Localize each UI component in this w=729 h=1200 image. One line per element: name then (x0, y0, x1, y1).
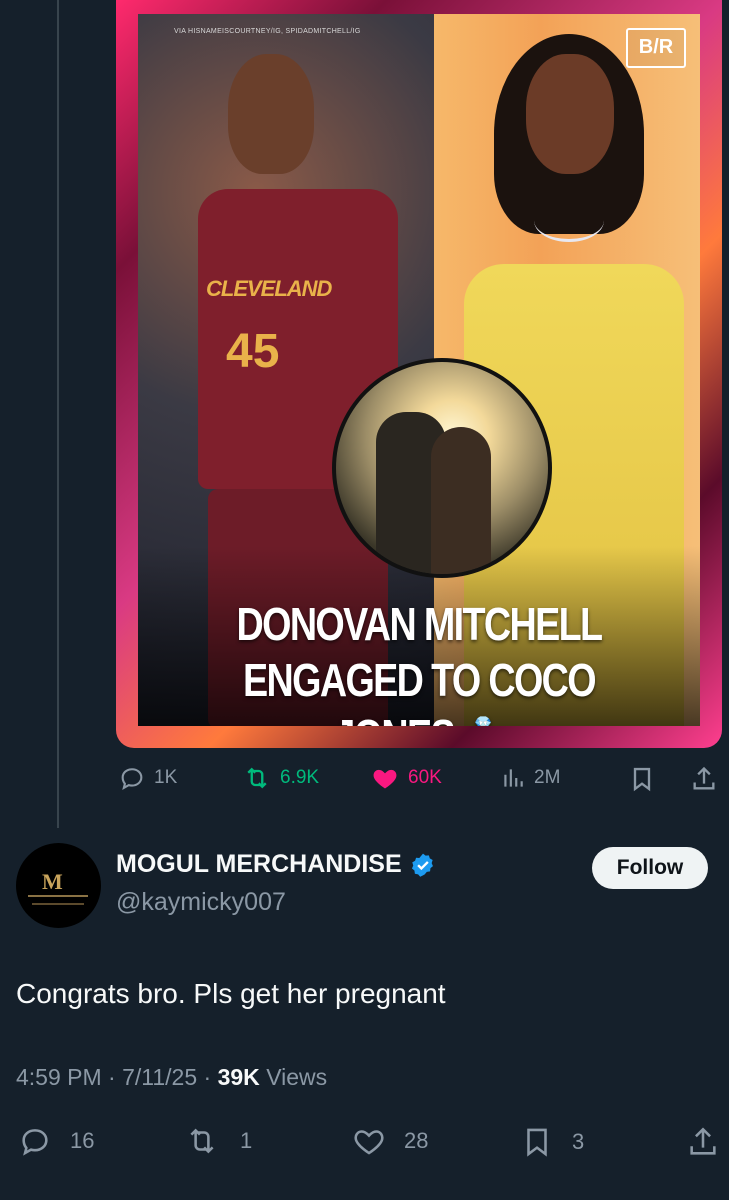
couple-inset-photo (332, 358, 552, 578)
player-head (228, 54, 314, 174)
reply-share-button[interactable] (686, 1124, 720, 1160)
bookmark-button[interactable] (628, 764, 656, 794)
reply-repost-count: 1 (240, 1128, 253, 1153)
heart-filled-icon (373, 769, 397, 789)
verified-badge-icon (411, 853, 433, 877)
reply-reply-count: 16 (70, 1128, 95, 1153)
tweet-views-count: 39K (217, 1064, 260, 1090)
share-button[interactable] (690, 764, 718, 794)
top-tweet-action-bar: 1K 6.9K 60K 2M (116, 764, 722, 798)
reply-bookmark-count: 3 (572, 1129, 585, 1154)
reply-like-count: 28 (404, 1128, 429, 1153)
views-button[interactable]: 2M (500, 764, 560, 792)
br-logo: B/R (626, 28, 686, 68)
user-handle[interactable]: @kaymicky007 (116, 888, 286, 917)
like-count: 60K (408, 767, 442, 788)
jersey-text: CLEVELAND (206, 276, 332, 301)
necklace (534, 199, 604, 242)
jersey-number: 45 (226, 325, 280, 378)
reply-like-button[interactable]: 28 (352, 1124, 428, 1158)
like-button[interactable]: 60K (370, 764, 442, 792)
avatar-logo-mark: M (42, 869, 63, 894)
share-icon (690, 1127, 716, 1155)
headline-line-2: ENGAGED TO COCO JONES 💍 (189, 652, 650, 726)
headline-line-1: DONOVAN MITCHELL (236, 598, 604, 650)
heart-icon (354, 1130, 384, 1155)
headline: DONOVAN MITCHELL ENGAGED TO COCO JONES 💍 (189, 596, 650, 726)
bookmark-icon (633, 767, 651, 792)
repost-count: 6.9K (280, 767, 320, 788)
reply-bookmark-button[interactable]: 3 (520, 1124, 584, 1160)
reply-count: 1K (154, 767, 178, 788)
reply-button[interactable]: 1K (118, 764, 177, 792)
follow-button[interactable]: Follow (592, 847, 708, 889)
views-count: 2M (534, 767, 561, 788)
display-name-text: MOGUL MERCHANDISE (116, 850, 402, 878)
avatar-logo-line (28, 895, 88, 897)
ring-emoji: 💍 (463, 717, 504, 726)
reply-icon (121, 768, 143, 791)
reply-text: Congrats bro. Pls get her pregnant (16, 978, 446, 1009)
views-chart-icon (504, 769, 523, 787)
media-inner: CLEVELAND 45 VIA HISNAMEISCOURTNEY/IG, S… (138, 14, 700, 726)
tweet-date[interactable]: 7/11/25 (122, 1064, 197, 1090)
avatar[interactable]: M (16, 843, 101, 928)
repost-button[interactable]: 6.9K (242, 764, 319, 792)
tweet-views-label: Views (266, 1064, 328, 1090)
couple-person-b (431, 427, 491, 574)
repost-icon (247, 767, 267, 789)
reply-repost-button[interactable]: 1 (182, 1124, 252, 1158)
repost-icon (190, 1128, 214, 1154)
bookmark-icon (527, 1128, 547, 1157)
photo-credit: VIA HISNAMEISCOURTNEY/IG, SPIDADMITCHELL… (174, 28, 361, 35)
thread-line (57, 0, 59, 828)
avatar-logo-line-2 (32, 903, 84, 905)
woman-face (526, 54, 614, 174)
reply-action-bar: 16 1 28 3 (0, 1124, 729, 1164)
tweet-media-image[interactable]: CLEVELAND 45 VIA HISNAMEISCOURTNEY/IG, S… (116, 0, 722, 748)
share-icon (693, 766, 715, 790)
tweet-time[interactable]: 4:59 PM (16, 1064, 102, 1090)
reply-icon (22, 1129, 48, 1156)
tweet-meta: 4:59 PM · 7/11/25 · 39K Views (16, 1064, 328, 1090)
headline-line-2-text: ENGAGED TO COCO JONES (243, 654, 597, 726)
display-name[interactable]: MOGUL MERCHANDISE (116, 850, 436, 879)
reply-reply-button[interactable]: 16 (18, 1124, 94, 1158)
